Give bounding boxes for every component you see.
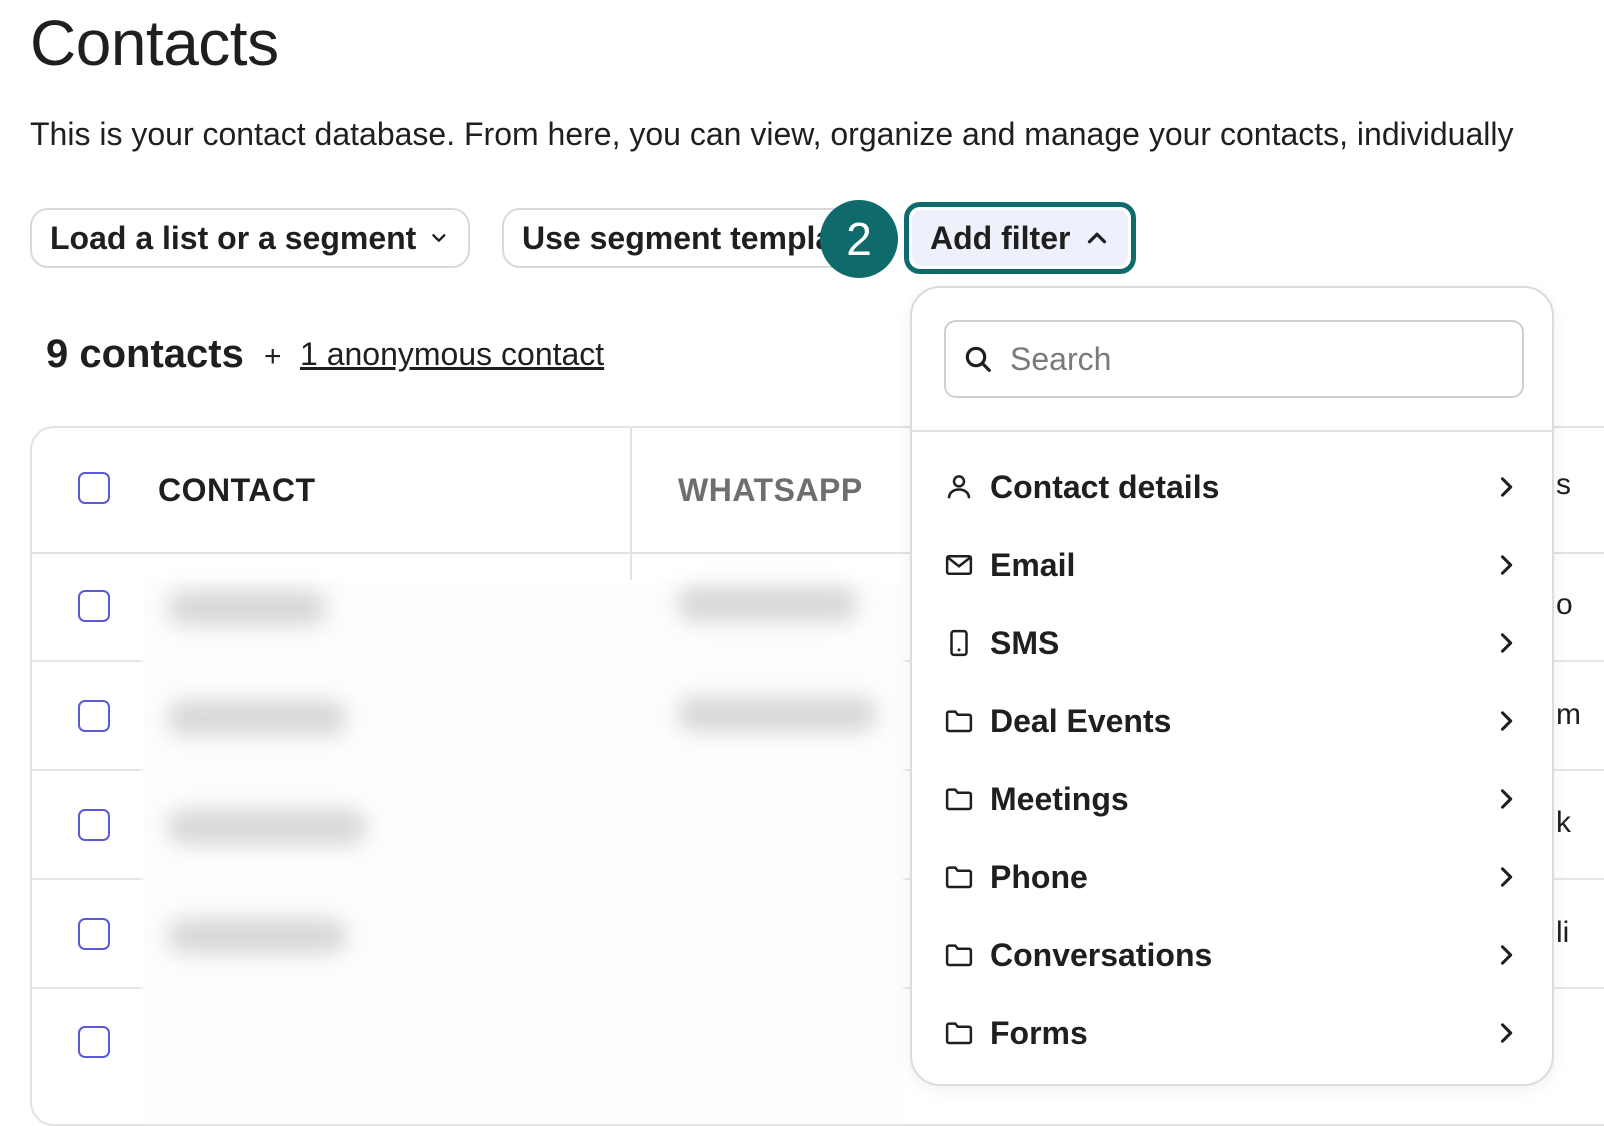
- chevron-right-icon: [1500, 477, 1513, 497]
- filter-category-label: Forms: [990, 1014, 1088, 1051]
- filter-category-label: Phone: [990, 858, 1088, 895]
- load-list-segment-button[interactable]: Load a list or a segment: [30, 208, 470, 268]
- chevron-right-icon: [1500, 711, 1513, 731]
- chevron-right-icon: [1500, 633, 1513, 653]
- clipped-cell-text: m: [1556, 698, 1581, 731]
- column-divider: [630, 428, 632, 580]
- redacted-name: [167, 809, 367, 845]
- filter-category-conversations[interactable]: Conversations: [912, 920, 1552, 990]
- filter-category-label: Meetings: [990, 780, 1129, 817]
- clipped-cell-text: li: [1556, 916, 1570, 949]
- folder-icon: [945, 1022, 973, 1045]
- select-all-checkbox[interactable]: [78, 472, 110, 504]
- chevron-right-icon: [1500, 867, 1513, 887]
- folder-icon: [945, 788, 973, 811]
- page-title: Contacts: [30, 7, 279, 79]
- load-list-segment-label: Load a list or a segment: [50, 219, 417, 256]
- phone-device-icon: [950, 629, 968, 657]
- column-header-contact[interactable]: CONTACT: [158, 472, 316, 509]
- redacted-name: [167, 700, 347, 736]
- segment-template-button[interactable]: Use segment template: [502, 208, 862, 268]
- row-checkbox[interactable]: [78, 700, 110, 732]
- anonymous-contact-link[interactable]: 1 anonymous contact: [300, 336, 604, 373]
- row-checkbox[interactable]: [78, 590, 110, 622]
- add-filter-button[interactable]: Add filter: [904, 202, 1136, 274]
- dropdown-separator: [912, 430, 1552, 432]
- folder-icon: [945, 944, 973, 967]
- plus-separator: +: [264, 340, 282, 373]
- filter-category-label: Email: [990, 546, 1076, 583]
- filter-category-forms[interactable]: Forms: [912, 998, 1552, 1068]
- chevron-right-icon: [1500, 789, 1513, 809]
- add-filter-label: Add filter: [930, 219, 1071, 256]
- filter-category-phone[interactable]: Phone: [912, 842, 1552, 912]
- add-filter-inner: Add filter: [912, 210, 1128, 266]
- chevron-right-icon: [1500, 1023, 1513, 1043]
- chevron-right-icon: [1500, 555, 1513, 575]
- filter-search-box[interactable]: [944, 320, 1524, 398]
- folder-icon: [945, 710, 973, 733]
- person-icon: [947, 475, 971, 499]
- clipped-column-text: s: [1556, 468, 1571, 501]
- search-icon: [965, 346, 991, 372]
- step-number-badge: 2: [820, 200, 898, 278]
- row-checkbox[interactable]: [78, 809, 110, 841]
- clipped-cell-text: k: [1556, 806, 1571, 839]
- redacted-contact-data: [142, 582, 904, 1124]
- envelope-icon: [945, 555, 973, 575]
- segment-template-label: Use segment template: [522, 219, 862, 256]
- chevron-down-icon: [432, 234, 446, 242]
- page-description: This is your contact database. From here…: [30, 116, 1514, 152]
- row-checkbox[interactable]: [78, 1026, 110, 1058]
- filter-category-email[interactable]: Email: [912, 530, 1552, 600]
- chevron-right-icon: [1500, 945, 1513, 965]
- filter-category-meetings[interactable]: Meetings: [912, 764, 1552, 834]
- redacted-whatsapp: [677, 696, 877, 732]
- add-filter-dropdown: Contact details Email SMS Deal Events Me…: [910, 286, 1554, 1086]
- redacted-whatsapp: [677, 586, 857, 622]
- column-header-whatsapp[interactable]: WHATSAPP: [678, 472, 863, 509]
- redacted-name: [167, 590, 327, 626]
- chevron-up-icon: [1088, 232, 1107, 244]
- filter-category-sms[interactable]: SMS: [912, 608, 1552, 678]
- contacts-count: 9 contacts: [46, 332, 244, 376]
- filter-search-input[interactable]: [1008, 339, 1492, 379]
- filter-category-label: Conversations: [990, 936, 1213, 973]
- filter-category-label: Contact details: [990, 468, 1220, 505]
- folder-icon: [945, 866, 973, 889]
- filter-category-label: SMS: [990, 624, 1060, 661]
- filter-category-deal-events[interactable]: Deal Events: [912, 686, 1552, 756]
- redacted-name: [167, 918, 347, 954]
- clipped-cell-text: o: [1556, 588, 1573, 621]
- filter-category-label: Deal Events: [990, 702, 1172, 739]
- filter-category-contact-details[interactable]: Contact details: [912, 452, 1552, 522]
- row-checkbox[interactable]: [78, 918, 110, 950]
